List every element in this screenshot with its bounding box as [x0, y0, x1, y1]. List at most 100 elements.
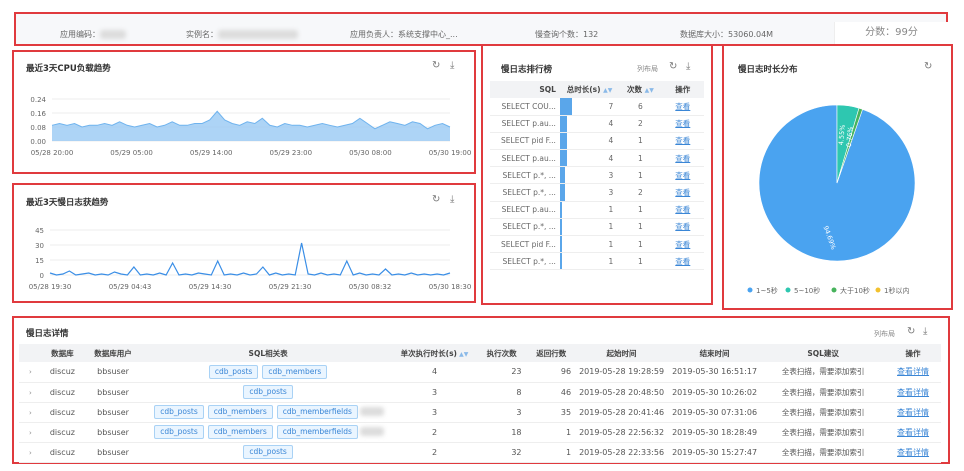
table-tag: cdb_posts [154, 405, 204, 419]
table-row: SELECT pid F... 1 1 查看 [490, 235, 704, 254]
series-line [49, 242, 451, 276]
duration-bar [559, 184, 566, 201]
db-cell: discuz [41, 402, 84, 423]
total-cell: 3 [559, 183, 620, 202]
x-tick-label: 05/29 21:30 [269, 283, 312, 291]
table-tag: cdb_posts [154, 425, 204, 439]
score-badge: 分数：99分 [834, 22, 948, 44]
table-row: SELECT p.au... 4 2 查看 [490, 115, 704, 133]
y-tick-label: 0.16 [30, 110, 46, 118]
table-row: › discuz bbsuser cdb_posts cdb_members 4 … [19, 362, 941, 383]
column-header[interactable]: 单次执行时长(s) ▲▼ [393, 344, 476, 362]
rows-cell: 46 [527, 382, 576, 403]
view-details-link[interactable]: 查看详情 [897, 428, 929, 437]
db-cell: discuz [41, 382, 84, 403]
col-sql: SQL [490, 81, 560, 98]
total-cell: 4 [559, 149, 620, 168]
view-link[interactable]: 查看 [675, 188, 690, 197]
column-header: 数据库 [41, 344, 84, 362]
column-layout-button[interactable]: 列布局 [637, 64, 658, 74]
sort-icon: ▲▼ [603, 87, 613, 94]
table-row: SELECT p.*, ... 3 1 查看 [490, 166, 704, 185]
advice-cell: 全表扫描，需要添加索引 [761, 442, 886, 463]
app-owner: 应用负责人：系统支撑中心_... [350, 30, 458, 39]
table-row: SELECT p.au... 1 1 查看 [490, 201, 704, 219]
rows-cell: 35 [527, 402, 576, 423]
expand-col [19, 344, 42, 362]
x-tick-label: 05/28 19:30 [29, 283, 72, 291]
duration-bar [559, 150, 567, 167]
exec-cell: 8 [475, 382, 528, 403]
view-details-link[interactable]: 查看详情 [897, 408, 929, 417]
view-link[interactable]: 查看 [675, 102, 690, 111]
x-tick-label: 05/30 08:32 [349, 283, 392, 291]
y-tick-label: 0 [40, 272, 44, 280]
slow-trend-chart: 45 30 15 0 05/28 19:30 05/29 04:43 05/29 14:30… [29, 227, 472, 291]
download-icon[interactable]: ⤓ [923, 327, 927, 337]
total-cell: 1 [559, 235, 620, 254]
column-header: 起始时间 [575, 344, 669, 362]
exec-cell: 3 [475, 402, 528, 423]
column-header: 结束时间 [668, 344, 762, 362]
tables-cell: cdb_posts cdb_members cdb_memberfields [143, 402, 394, 423]
redacted-value [359, 407, 384, 416]
x-tick-label: 05/30 18:30 [429, 283, 472, 291]
download-icon[interactable]: ⤓ [686, 62, 690, 72]
duration-bar [559, 132, 567, 150]
count-cell: 1 [619, 235, 662, 254]
y-tick-label: 0.08 [30, 124, 46, 132]
col-total[interactable]: 总时长(s) ▲▼ [559, 81, 620, 98]
panel-title: 慢日志排行榜 [501, 65, 553, 75]
expand-icon[interactable]: › [29, 389, 32, 397]
view-link[interactable]: 查看 [675, 205, 690, 214]
sql-cell: SELECT p.*, ... [490, 252, 560, 271]
table-row: › discuz bbsuser cdb_posts 3 8 46 2019-0… [19, 382, 941, 403]
view-link[interactable]: 查看 [675, 119, 690, 128]
rows-cell: 1 [527, 422, 576, 443]
column-layout-button[interactable]: 列布局 [874, 329, 895, 339]
view-link[interactable]: 查看 [675, 257, 690, 266]
expand-icon[interactable]: › [29, 368, 32, 376]
refresh-icon[interactable]: ↻ [907, 327, 915, 337]
legend-label: 1秒以内 [884, 286, 909, 295]
legend-marker [875, 287, 881, 293]
y-tick-label: 15 [35, 257, 44, 265]
expand-icon[interactable]: › [29, 409, 32, 417]
expand-icon[interactable]: › [29, 429, 32, 437]
sort-icon: ▲▼ [644, 87, 654, 94]
legend-label: 大于10秒 [840, 286, 870, 295]
view-details-link[interactable]: 查看详情 [897, 388, 929, 397]
end-cell: 2019-05-30 07:31:06 [668, 402, 762, 423]
legend-marker [747, 287, 753, 293]
refresh-icon[interactable]: ↻ [669, 62, 677, 72]
legend-marker [831, 287, 837, 293]
duration-bar [559, 98, 572, 115]
table-row: › discuz bbsuser cdb_posts cdb_members cdb… [19, 422, 941, 443]
table-tag: cdb_memberfields [276, 425, 358, 439]
view-details-link[interactable]: 查看详情 [897, 367, 929, 376]
column-header[interactable]: 执行次数 [475, 344, 528, 362]
cpu-chart-panel: 最近3天CPU负载趋势 ↻ ⤓ 0.24 0.16 0.08 0.00 05/28 20… [12, 50, 476, 174]
expand-icon[interactable]: › [29, 449, 32, 457]
x-tick-label: 05/29 23:00 [270, 149, 313, 157]
view-link[interactable]: 查看 [675, 222, 690, 231]
table-tag: cdb_memberfields [276, 405, 358, 419]
redacted-value [218, 30, 298, 39]
view-link[interactable]: 查看 [675, 171, 690, 180]
view-details-link[interactable]: 查看详情 [897, 448, 929, 457]
view-link[interactable]: 查看 [675, 136, 690, 145]
table-row: SELECT p.au... 4 1 查看 [490, 149, 704, 168]
y-tick-label: 45 [35, 227, 44, 235]
panel-title: 慢日志详情 [26, 329, 69, 339]
db-cell: discuz [41, 362, 84, 383]
view-link[interactable]: 查看 [675, 154, 690, 163]
series-area [52, 111, 450, 141]
advice-cell: 全表扫描，需要添加索引 [761, 362, 886, 383]
total-cell: 1 [559, 218, 620, 237]
duration-cell: 2 [393, 422, 476, 443]
duration-bar [559, 218, 562, 235]
view-link[interactable]: 查看 [675, 240, 690, 249]
distribution-pie: 94.69%4.55%0.76%1~5秒 5~10秒 大于10秒 1秒以内 [747, 104, 916, 295]
summary-bar: 应用编码： 实例名： 应用负责人：系统支撑中心_... 慢查询个数：132 数据… [14, 12, 948, 46]
col-count[interactable]: 次数 ▲▼ [619, 81, 662, 98]
